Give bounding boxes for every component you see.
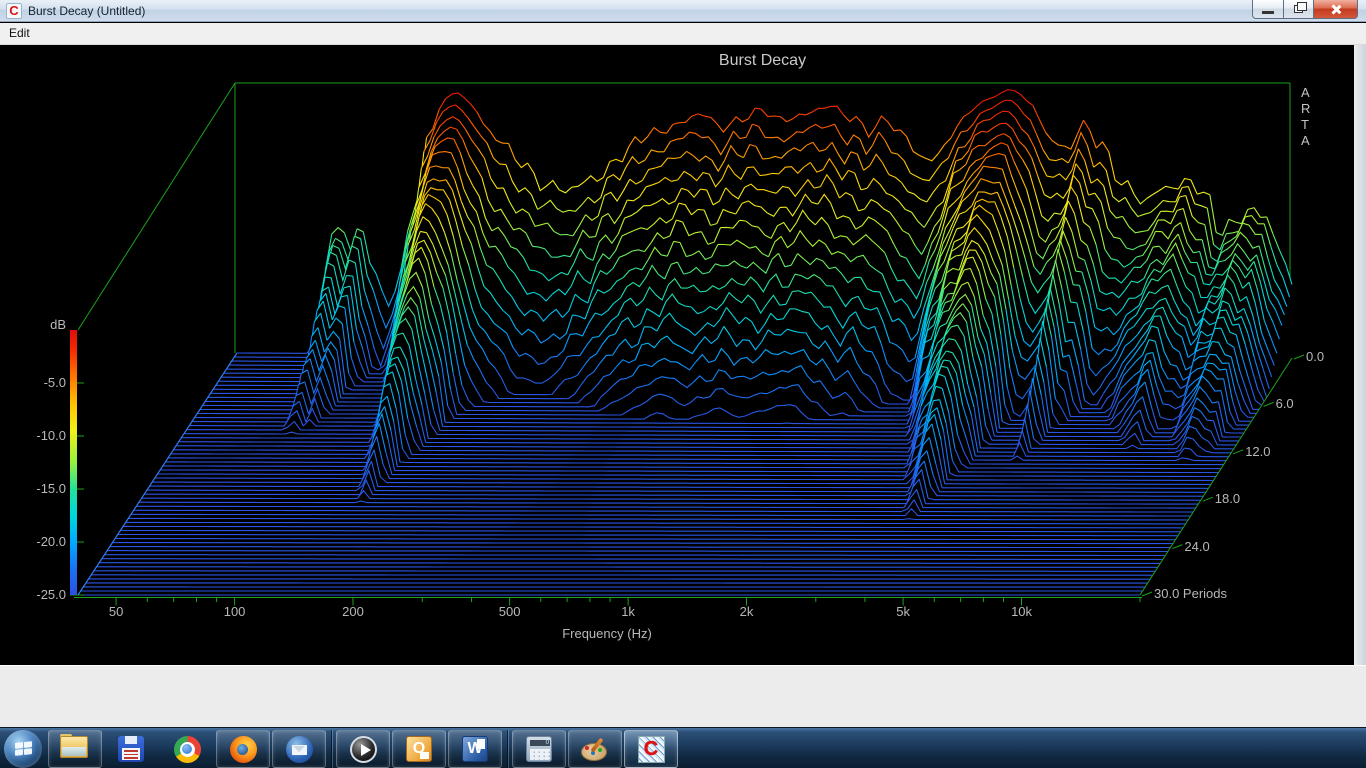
window-title: Burst Decay (Untitled) — [28, 4, 145, 18]
arta-icon: C — [638, 736, 665, 763]
plot-title: Burst Decay — [235, 52, 1290, 70]
media-player-icon — [350, 736, 377, 763]
freq-axis-label: Frequency (Hz) — [507, 626, 707, 641]
taskbar-item-floppy[interactable] — [104, 730, 158, 768]
start-button[interactable] — [4, 730, 42, 768]
period-tick-label: 6.0 — [1276, 396, 1294, 411]
taskbar-item-chrome[interactable] — [160, 730, 214, 768]
menu-bar: Edit — [0, 23, 1366, 45]
db-color-scale — [70, 330, 77, 595]
menu-item-edit[interactable]: Edit — [0, 23, 39, 43]
restore-icon — [1294, 5, 1303, 13]
arta-watermark: A — [1301, 133, 1310, 148]
paint-icon — [581, 739, 609, 763]
minimize-button[interactable] — [1252, 0, 1284, 19]
chrome-icon — [174, 736, 201, 763]
taskbar-item-explorer[interactable] — [48, 730, 102, 768]
taskbar-item-firefox[interactable] — [216, 730, 270, 768]
waterfall-control-bar: Mode Waterfall_F Palette Jet 25 Range(dB… — [0, 665, 1366, 727]
restore-button[interactable] — [1284, 0, 1314, 19]
thunderbird-icon — [286, 736, 313, 763]
taskbar-separator — [331, 730, 333, 768]
db-tick-label: -20.0 — [14, 534, 66, 549]
arta-watermark: T — [1301, 117, 1309, 132]
windows-logo-icon — [15, 741, 32, 758]
db-tick-label: -15.0 — [14, 481, 66, 496]
freq-tick-label: 1k — [603, 604, 653, 619]
taskbar: OW0C DE 17:23 08.10.2016 — [0, 727, 1366, 768]
db-axis-label: dB — [20, 317, 66, 332]
close-button[interactable] — [1314, 0, 1358, 19]
window-titlebar: C Burst Decay (Untitled) — [0, 0, 1366, 22]
calculator-icon: 0 — [526, 736, 552, 762]
close-icon — [1330, 4, 1341, 15]
db-tick-label: -10.0 — [14, 428, 66, 443]
db-tick-label: -25.0 — [14, 587, 66, 602]
freq-tick-label: 10k — [997, 604, 1047, 619]
word-icon: W — [462, 736, 488, 762]
taskbar-item-outlook[interactable]: O — [392, 730, 446, 768]
freq-tick-label: 5k — [878, 604, 928, 619]
taskbar-item-word[interactable]: W — [448, 730, 502, 768]
taskbar-item-paint[interactable] — [568, 730, 622, 768]
taskbar-item-media-player[interactable] — [336, 730, 390, 768]
minimize-icon — [1262, 11, 1274, 14]
waterfall-canvas — [0, 45, 1366, 665]
burst-decay-plot: Burst Decay dB -5.0 -10.0 -15.0 -20.0 -25.0 50… — [0, 45, 1366, 665]
screen: C Burst Decay (Untitled) Edit Burst Deca… — [0, 0, 1366, 768]
taskbar-item-calculator[interactable]: 0 — [512, 730, 566, 768]
period-tick-label: 12.0 — [1245, 444, 1270, 459]
freq-tick-label: 2k — [722, 604, 772, 619]
db-tick-label: -5.0 — [14, 375, 66, 390]
floppy-icon — [118, 736, 144, 762]
arta-watermark: A — [1301, 85, 1310, 100]
freq-tick-label: 500 — [485, 604, 535, 619]
taskbar-item-thunderbird[interactable] — [272, 730, 326, 768]
taskbar-item-arta[interactable]: C — [624, 730, 678, 768]
window-edge — [1354, 45, 1366, 725]
taskbar-separator — [507, 730, 509, 768]
period-tick-label: 24.0 — [1184, 539, 1209, 554]
arta-watermark: R — [1301, 101, 1310, 116]
freq-tick-label: 200 — [328, 604, 378, 619]
period-tick-label: 30.0 Periods — [1154, 586, 1227, 601]
freq-tick-label: 100 — [210, 604, 260, 619]
explorer-icon — [60, 734, 90, 764]
firefox-icon — [230, 736, 257, 763]
arta-app-icon: C — [6, 3, 22, 19]
outlook-icon: O — [406, 736, 432, 762]
period-tick-label: 18.0 — [1215, 491, 1240, 506]
freq-tick-label: 50 — [91, 604, 141, 619]
period-tick-label: 0.0 — [1306, 349, 1324, 364]
